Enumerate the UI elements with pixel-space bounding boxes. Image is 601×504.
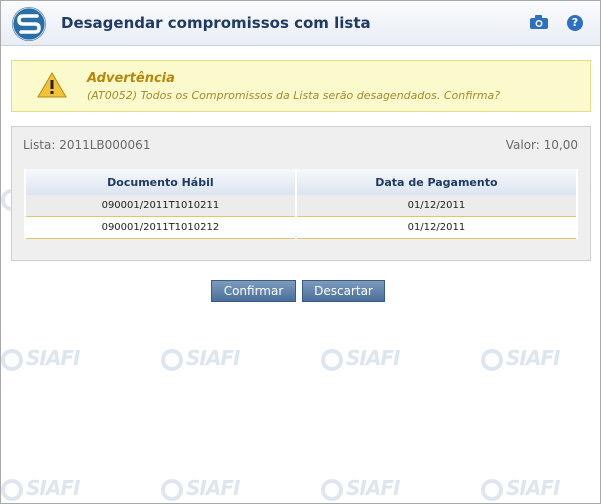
camera-icon[interactable] bbox=[529, 14, 549, 30]
watermark: SIAFI bbox=[161, 346, 240, 371]
confirm-button[interactable]: Confirmar bbox=[211, 280, 296, 302]
warning-icon bbox=[37, 72, 67, 101]
watermark: SIAFI bbox=[481, 476, 560, 501]
warning-title: Advertência bbox=[87, 71, 175, 86]
valor-label: Valor: 10,00 bbox=[505, 138, 578, 152]
title-bar: Desagendar compromissos com lista ? bbox=[1, 1, 600, 46]
dialog-window: SIAFI SIAFI SIAFI SIAFI SIAFI SIAFI SIAF… bbox=[0, 0, 601, 504]
column-header-documento[interactable]: Documento Hábil bbox=[24, 169, 297, 195]
watermark: SIAFI bbox=[321, 346, 400, 371]
watermark: SIAFI bbox=[161, 476, 240, 501]
watermark: SIAFI bbox=[321, 476, 400, 501]
page-title: Desagendar compromissos com lista bbox=[61, 14, 371, 32]
warning-box: Advertência (AT0052) Todos os Compromiss… bbox=[11, 60, 591, 112]
discard-button[interactable]: Descartar bbox=[302, 280, 385, 302]
cell-data-pagamento: 01/12/2011 bbox=[294, 216, 579, 239]
help-icon[interactable]: ? bbox=[567, 15, 583, 31]
table-row: 090001/2011T1010211 01/12/2011 bbox=[24, 195, 579, 217]
column-header-data-pagamento[interactable]: Data de Pagamento bbox=[294, 169, 579, 195]
table-row: 090001/2011T1010212 01/12/2011 bbox=[24, 216, 579, 239]
siafi-logo-icon bbox=[12, 7, 46, 41]
cell-data-pagamento: 01/12/2011 bbox=[294, 195, 579, 217]
compromissos-table: Documento Hábil Data de Pagamento 090001… bbox=[24, 169, 579, 239]
warning-message: (AT0052) Todos os Compromissos da Lista … bbox=[87, 89, 501, 102]
lista-label: Lista: 2011LB000061 bbox=[23, 138, 151, 152]
watermark: SIAFI bbox=[481, 346, 560, 371]
cell-documento: 090001/2011T1010212 bbox=[24, 216, 297, 239]
table-header-row: Documento Hábil Data de Pagamento bbox=[24, 169, 579, 195]
watermark: SIAFI bbox=[1, 346, 80, 371]
watermark: SIAFI bbox=[1, 476, 80, 501]
cell-documento: 090001/2011T1010211 bbox=[24, 195, 297, 217]
lista-panel: Lista: 2011LB000061 Valor: 10,00 Documen… bbox=[11, 126, 591, 261]
